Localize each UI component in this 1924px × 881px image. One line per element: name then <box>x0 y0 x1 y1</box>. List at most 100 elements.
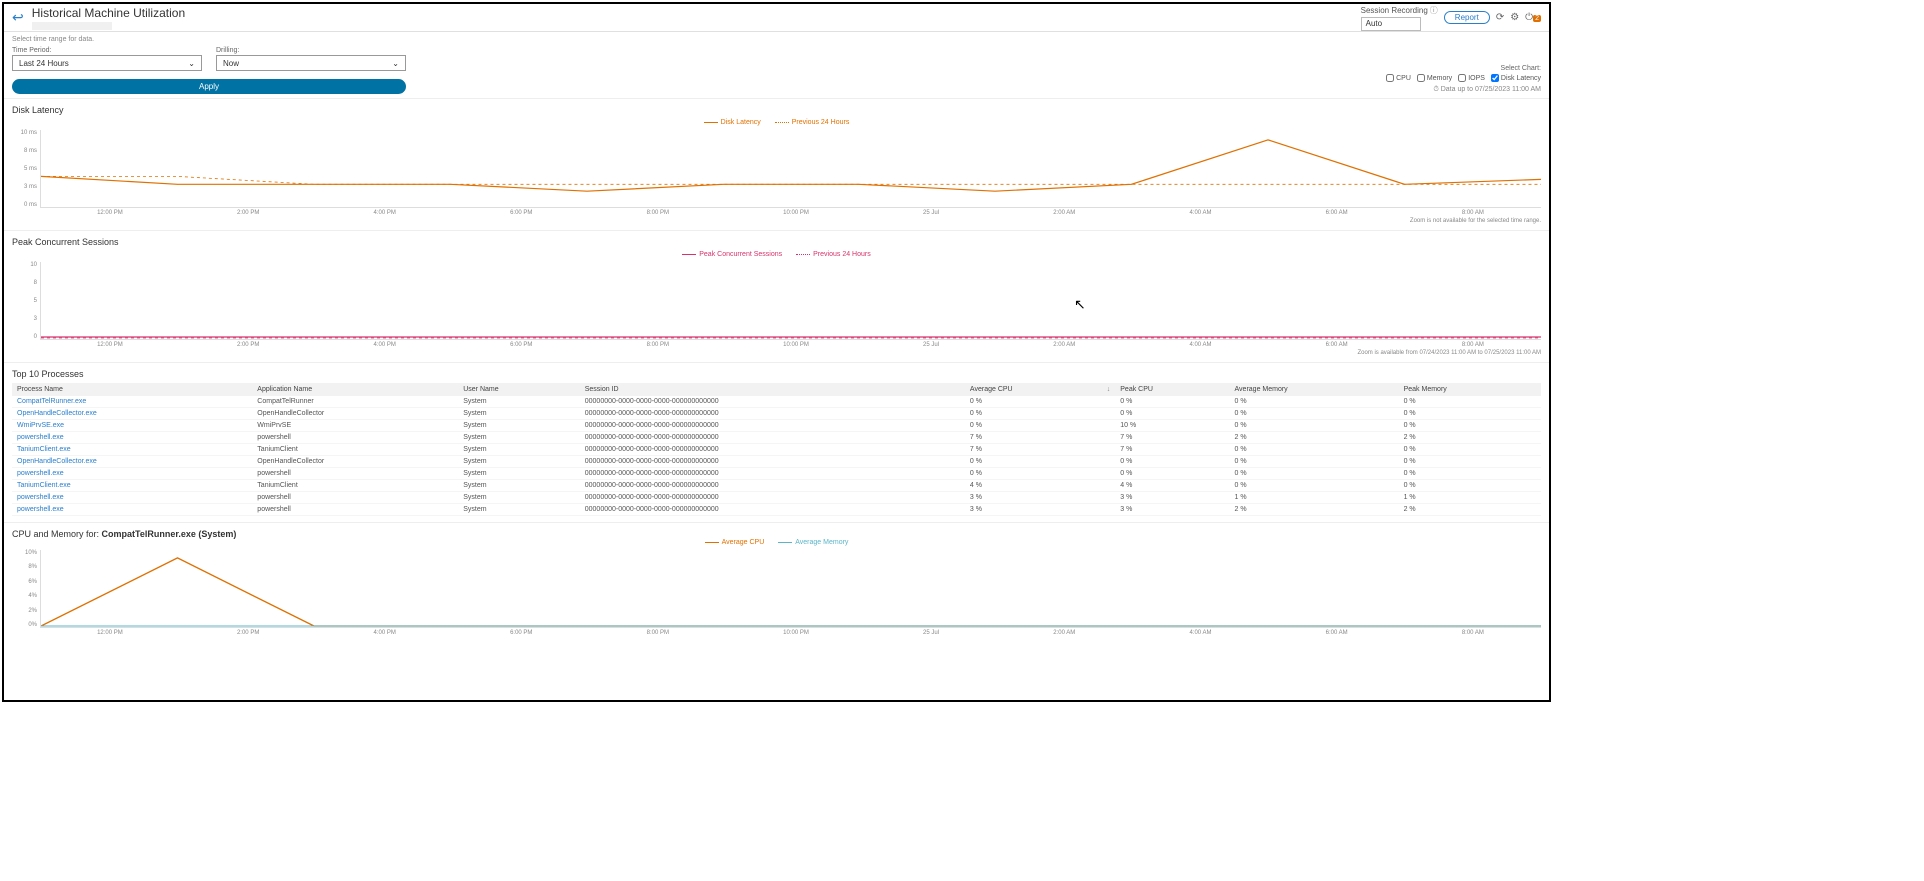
refresh-icon[interactable]: ⟳ <box>1496 12 1504 23</box>
cell-peak-mem: 0 % <box>1399 444 1541 456</box>
info-icon[interactable]: ⓘ <box>1430 5 1438 16</box>
sessions-chart[interactable] <box>40 262 1541 340</box>
cell-session-id: 00000000-0000-0000-0000-000000000000 <box>580 420 965 432</box>
cpumem-chart[interactable] <box>40 550 1541 628</box>
cell-process-name[interactable]: powershell.exe <box>12 492 252 504</box>
table-row[interactable]: powershell.exe powershell System 0000000… <box>12 492 1541 504</box>
drilling-label: Drilling: <box>216 47 406 54</box>
time-range-hint: Select time range for data. <box>12 36 406 43</box>
table-row[interactable]: OpenHandleCollector.exe OpenHandleCollec… <box>12 408 1541 420</box>
col-process-name[interactable]: Process Name <box>12 383 252 396</box>
cpumem-section: CPU and Memory for: CompatTelRunner.exe … <box>4 523 1549 642</box>
cell-peak-cpu: 10 % <box>1115 420 1229 432</box>
zoom-note-latency: Zoom is not available for the selected t… <box>12 218 1541 224</box>
cell-avg-cpu: 0 % <box>965 396 1115 408</box>
cell-avg-mem: 2 % <box>1230 432 1399 444</box>
cell-avg-mem: 0 % <box>1230 408 1399 420</box>
check-cpu[interactable]: CPU <box>1386 74 1411 82</box>
table-row[interactable]: powershell.exe powershell System 0000000… <box>12 432 1541 444</box>
cell-app-name: powershell <box>252 432 458 444</box>
cell-peak-cpu: 7 % <box>1115 444 1229 456</box>
cell-peak-mem: 0 % <box>1399 408 1541 420</box>
col-session-id[interactable]: Session ID <box>580 383 965 396</box>
disk-latency-chart[interactable] <box>40 130 1541 208</box>
table-row[interactable]: WmiPrvSE.exe WmiPrvSE System 00000000-00… <box>12 420 1541 432</box>
cell-process-name[interactable]: CompatTelRunner.exe <box>12 396 252 408</box>
cell-session-id: 00000000-0000-0000-0000-000000000000 <box>580 432 965 444</box>
table-row[interactable]: TaniumClient.exe TaniumClient System 000… <box>12 480 1541 492</box>
cell-peak-mem: 1 % <box>1399 492 1541 504</box>
cell-avg-mem: 0 % <box>1230 456 1399 468</box>
cell-avg-cpu: 0 % <box>965 420 1115 432</box>
cell-avg-cpu: 4 % <box>965 480 1115 492</box>
cell-app-name: TaniumClient <box>252 480 458 492</box>
cell-peak-cpu: 7 % <box>1115 432 1229 444</box>
cpumem-title: CPU and Memory for: CompatTelRunner.exe … <box>12 529 1541 539</box>
cell-peak-cpu: 0 % <box>1115 396 1229 408</box>
xaxis-latency: 12:00 PM2:00 PM4:00 PM6:00 PM8:00 PM10:0… <box>40 210 1541 216</box>
yaxis-latency: 10 ms8 ms5 ms3 ms0 ms <box>12 130 40 208</box>
cell-process-name[interactable]: powershell.exe <box>12 432 252 444</box>
apply-button[interactable]: Apply <box>12 79 406 94</box>
table-row[interactable]: CompatTelRunner.exe CompatTelRunner Syst… <box>12 396 1541 408</box>
time-period-select[interactable]: Last 24 Hours⌄ <box>12 55 202 71</box>
cell-avg-cpu: 0 % <box>965 408 1115 420</box>
cell-avg-cpu: 7 % <box>965 432 1115 444</box>
cell-process-name[interactable]: TaniumClient.exe <box>12 444 252 456</box>
cell-avg-mem: 1 % <box>1230 492 1399 504</box>
table-row[interactable]: powershell.exe powershell System 0000000… <box>12 504 1541 516</box>
cell-peak-mem: 2 % <box>1399 432 1541 444</box>
cell-avg-cpu: 0 % <box>965 468 1115 480</box>
col-peak-mem[interactable]: Peak Memory <box>1399 383 1541 396</box>
cell-session-id: 00000000-0000-0000-0000-000000000000 <box>580 396 965 408</box>
cell-process-name[interactable]: OpenHandleCollector.exe <box>12 456 252 468</box>
cell-session-id: 00000000-0000-0000-0000-000000000000 <box>580 492 965 504</box>
col-app-name[interactable]: Application Name <box>252 383 458 396</box>
col-avg-cpu[interactable]: Average CPU↓ <box>965 383 1115 396</box>
cell-avg-mem: 0 % <box>1230 444 1399 456</box>
table-row[interactable]: powershell.exe powershell System 0000000… <box>12 468 1541 480</box>
back-icon[interactable]: ↩ <box>12 9 24 26</box>
col-peak-cpu[interactable]: Peak CPU <box>1115 383 1229 396</box>
cell-avg-mem: 0 % <box>1230 396 1399 408</box>
cell-process-name[interactable]: powershell.exe <box>12 504 252 516</box>
cell-avg-mem: 0 % <box>1230 480 1399 492</box>
cell-avg-mem: 2 % <box>1230 504 1399 516</box>
col-user-name[interactable]: User Name <box>458 383 580 396</box>
cell-peak-cpu: 0 % <box>1115 456 1229 468</box>
check-memory[interactable]: Memory <box>1417 74 1452 82</box>
page-title: Historical Machine Utilization <box>32 6 185 20</box>
cell-process-name[interactable]: OpenHandleCollector.exe <box>12 408 252 420</box>
settings-icon[interactable]: ⚙ <box>1510 12 1519 23</box>
cell-process-name[interactable]: powershell.exe <box>12 468 252 480</box>
chevron-down-icon: ⌄ <box>392 59 399 68</box>
sessions-title: Peak Concurrent Sessions <box>12 237 1541 247</box>
col-avg-mem[interactable]: Average Memory <box>1230 383 1399 396</box>
report-button[interactable]: Report <box>1444 11 1490 24</box>
session-recording-label: Session Recording <box>1361 6 1428 15</box>
cell-avg-mem: 0 % <box>1230 468 1399 480</box>
cell-avg-cpu: 0 % <box>965 456 1115 468</box>
xaxis-sessions: 12:00 PM2:00 PM4:00 PM6:00 PM8:00 PM10:0… <box>40 342 1541 348</box>
drilling-select[interactable]: Now⌄ <box>216 55 406 71</box>
check-iops[interactable]: IOPS <box>1458 74 1485 82</box>
legend-sessions-prev: Previous 24 Hours <box>813 251 871 258</box>
session-recording-select[interactable]: Auto <box>1361 17 1421 31</box>
cell-process-name[interactable]: TaniumClient.exe <box>12 480 252 492</box>
check-disk-latency[interactable]: Disk Latency <box>1491 74 1541 82</box>
table-row[interactable]: TaniumClient.exe TaniumClient System 000… <box>12 444 1541 456</box>
table-row[interactable]: OpenHandleCollector.exe OpenHandleCollec… <box>12 456 1541 468</box>
disk-latency-section: Disk Latency Disk Latency Previous 24 Ho… <box>4 99 1549 231</box>
chevron-down-icon: ⌄ <box>188 59 195 68</box>
cell-app-name: powershell <box>252 492 458 504</box>
cell-process-name[interactable]: WmiPrvSE.exe <box>12 420 252 432</box>
cell-session-id: 00000000-0000-0000-0000-000000000000 <box>580 480 965 492</box>
legend-sessions: Peak Concurrent Sessions <box>699 251 782 258</box>
cell-peak-cpu: 0 % <box>1115 468 1229 480</box>
sessions-section: Peak Concurrent Sessions Peak Concurrent… <box>4 231 1549 363</box>
yaxis-sessions: 108530 <box>12 262 40 340</box>
power-icon[interactable]: ⏻2 <box>1525 12 1541 23</box>
cell-peak-cpu: 3 % <box>1115 492 1229 504</box>
cell-user-name: System <box>458 480 580 492</box>
time-period-label: Time Period: <box>12 47 202 54</box>
